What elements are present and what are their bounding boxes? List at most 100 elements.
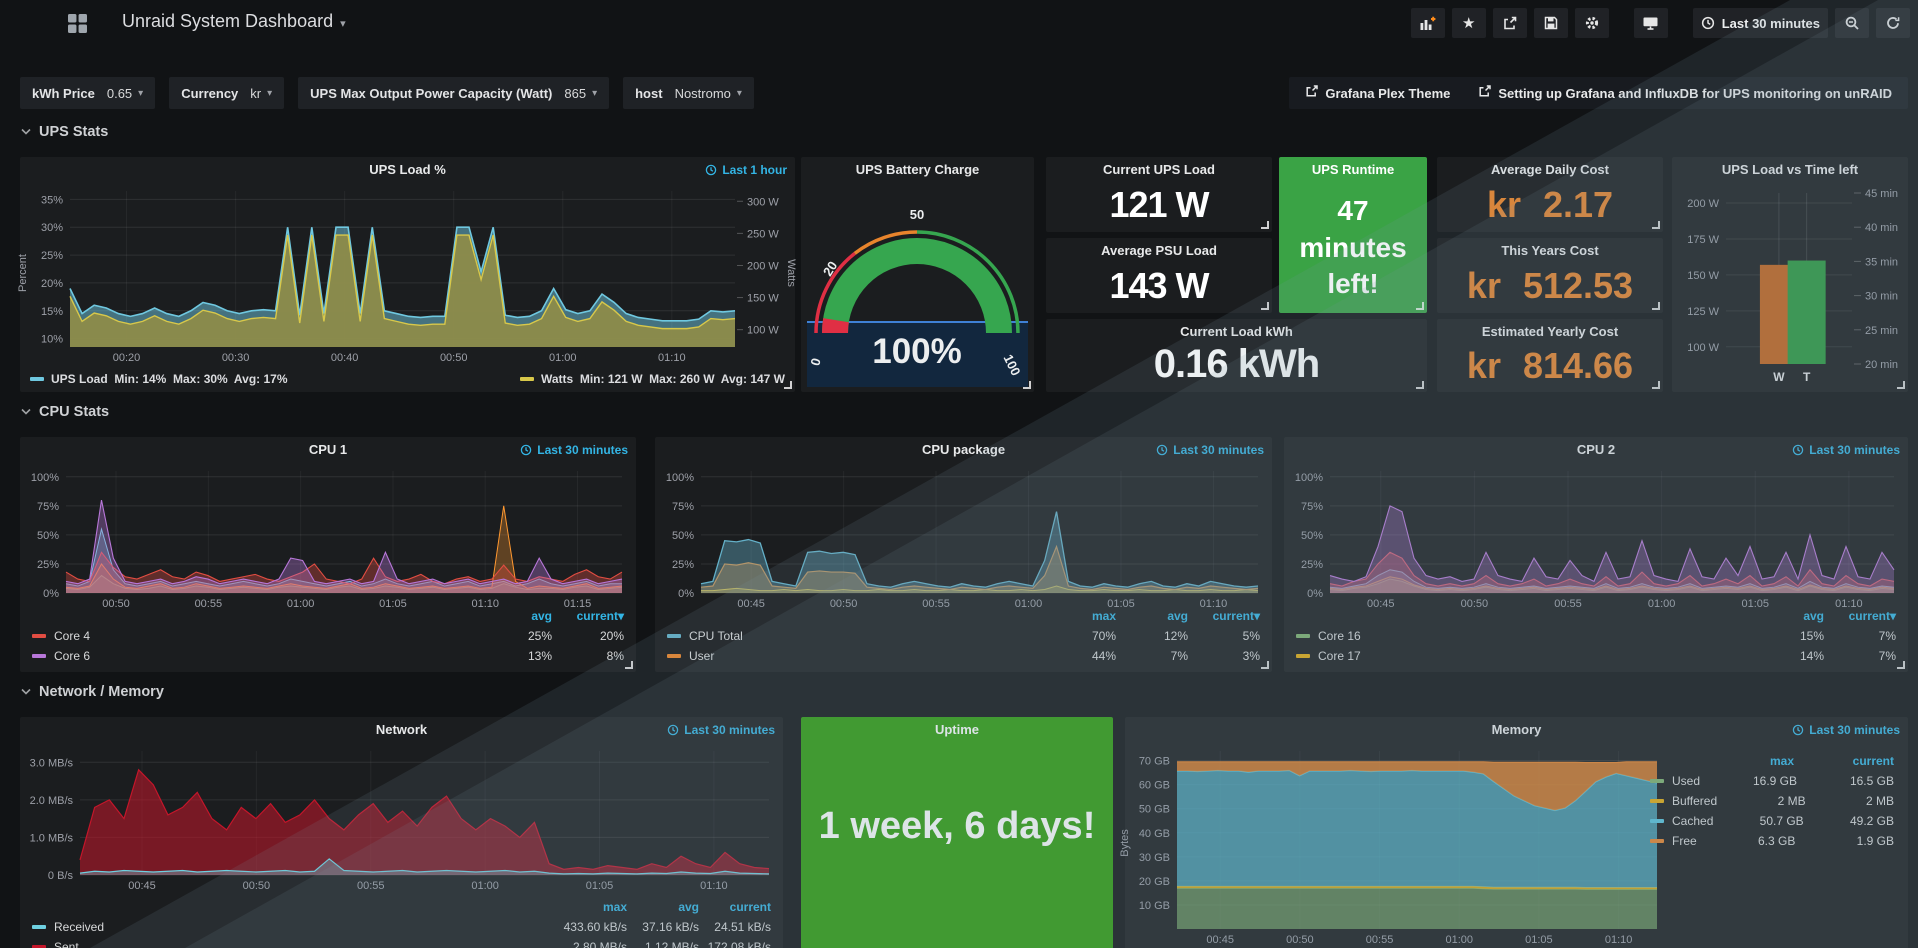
memory-legend[interactable]: maxcurrentUsed16.9 GB16.5 GBBuffered2 MB… <box>1650 751 1894 851</box>
legend-row[interactable]: Free6.3 GB1.9 GB <box>1650 831 1894 851</box>
add-panel-button[interactable] <box>1411 8 1445 38</box>
section-network-memory[interactable]: Network / Memory <box>20 684 164 700</box>
panel-average-daily-cost: Average Daily Cost kr2.17 <box>1437 157 1663 232</box>
variable-value[interactable]: 0.65 <box>107 86 132 101</box>
link-label: Grafana Plex Theme <box>1325 86 1450 101</box>
y-axis-label-percent: Percent <box>17 254 29 292</box>
settings-button[interactable] <box>1575 8 1609 38</box>
svg-text:00:55: 00:55 <box>357 880 385 891</box>
panel-title[interactable]: This Years Cost <box>1437 238 1663 264</box>
search-icon <box>1844 15 1860 31</box>
stat-value: 2.17 <box>1543 184 1613 226</box>
panel-time-range[interactable]: Last 30 minutes <box>667 717 775 743</box>
variable-value[interactable]: kr <box>250 86 261 101</box>
variable-label: Currency <box>181 86 238 101</box>
share-button[interactable] <box>1493 8 1527 38</box>
panel-title[interactable]: CPU 2 Last 30 minutes <box>1284 437 1908 463</box>
svg-text:0%: 0% <box>43 588 59 600</box>
cpu-package-chart[interactable]: 0%25%50%75%100%00:4500:5000:5501:0001:05… <box>659 463 1268 609</box>
legend-row[interactable]: Used16.9 GB16.5 GB <box>1650 771 1894 791</box>
ups-load-chart[interactable]: 10%15%20%25%30%35%100 W150 W200 W250 W30… <box>24 183 791 365</box>
legend-row[interactable]: Received433.60 kB/s37.16 kB/s24.51 kB/s <box>32 917 771 937</box>
panel-current-ups-load: Current UPS Load 121 W <box>1046 157 1272 232</box>
cpu2-legend[interactable]: avgcurrent▾Core 1615%7%Core 1714%7% <box>1296 606 1896 666</box>
cycle-view-button[interactable] <box>1634 8 1668 38</box>
legend-row[interactable]: Sent2.80 MB/s1.12 MB/s172.08 kB/s <box>32 937 771 948</box>
apps-grid-icon[interactable] <box>68 14 87 38</box>
panel-title[interactable]: UPS Load vs Time left <box>1672 157 1908 183</box>
panel-title[interactable]: Network Last 30 minutes <box>20 717 783 743</box>
time-range-picker[interactable]: Last 30 minutes <box>1693 8 1828 38</box>
zoom-out-button[interactable] <box>1835 8 1869 38</box>
panel-title[interactable]: CPU 1 Last 30 minutes <box>20 437 636 463</box>
save-button[interactable] <box>1534 8 1568 38</box>
legend-item[interactable]: UPS Load Min: 14% Max: 30% Avg: 17% <box>30 372 288 386</box>
cpu1-legend[interactable]: avgcurrent▾Core 425%20%Core 613%8% <box>32 606 624 666</box>
legend-row[interactable]: Core 1714%7% <box>1296 646 1896 666</box>
svg-text:00:30: 00:30 <box>222 352 250 364</box>
network-chart[interactable]: 0 B/s1.0 MB/s2.0 MB/s3.0 MB/s00:4500:500… <box>24 743 779 891</box>
panel-time-range[interactable]: Last 1 hour <box>705 157 787 183</box>
variable-value[interactable]: 865 <box>564 86 586 101</box>
variable-ups-max-output[interactable]: UPS Max Output Power Capacity (Watt) 865… <box>298 77 609 109</box>
panel-title[interactable]: Average Daily Cost <box>1437 157 1663 183</box>
panel-title[interactable]: Average PSU Load <box>1046 238 1272 264</box>
svg-text:0%: 0% <box>1307 588 1323 600</box>
stat-value: 1 week, 6 days! <box>819 805 1096 848</box>
panel-time-range[interactable]: Last 30 minutes <box>520 437 628 463</box>
panel-title[interactable]: Current UPS Load <box>1046 157 1272 183</box>
svg-text:W: W <box>1773 370 1785 384</box>
svg-text:100%: 100% <box>31 472 59 484</box>
panel-title[interactable]: Estimated Yearly Cost <box>1437 319 1663 345</box>
link-grafana-influxdb-guide[interactable]: Setting up Grafana and InfluxDB for UPS … <box>1478 85 1892 101</box>
star-button[interactable]: ★ <box>1452 8 1486 38</box>
legend-item[interactable]: Watts Min: 121 W Max: 260 W Avg: 147 W <box>520 372 785 386</box>
legend-row[interactable]: Core 1615%7% <box>1296 626 1896 646</box>
panel-time-range[interactable]: Last 30 minutes <box>1156 437 1264 463</box>
panel-time-range[interactable]: Last 30 minutes <box>1792 437 1900 463</box>
ups-bar-chart[interactable]: 100 W125 W150 W175 W200 W45 min40 min35 … <box>1676 183 1904 388</box>
network-legend[interactable]: maxavgcurrentReceived433.60 kB/s37.16 kB… <box>32 897 771 948</box>
section-cpu-stats[interactable]: CPU Stats <box>20 404 109 420</box>
legend-row[interactable]: User44%7%3% <box>667 646 1260 666</box>
cpu-package-legend[interactable]: maxavgcurrent▾CPU Total70%12%5%User44%7%… <box>667 606 1260 666</box>
legend-row[interactable]: CPU Total70%12%5% <box>667 626 1260 646</box>
chevron-down-icon <box>20 686 32 698</box>
legend-row[interactable]: Buffered2 MB2 MB <box>1650 791 1894 811</box>
add-panel-icon <box>1419 16 1436 31</box>
external-link-icon <box>1478 85 1491 101</box>
dashboard: { "navbar": { "title": "Unraid System Da… <box>0 0 1918 948</box>
legend-row[interactable]: Cached50.7 GB49.2 GB <box>1650 811 1894 831</box>
gauge-svg: 50 20 0 100 100% <box>801 183 1034 389</box>
svg-text:30 min: 30 min <box>1865 291 1898 303</box>
ups-load-legend[interactable]: UPS Load Min: 14% Max: 30% Avg: 17% Watts… <box>30 372 785 386</box>
cpu2-chart[interactable]: 0%25%50%75%100%00:4500:5000:5501:0001:05… <box>1288 463 1904 609</box>
cpu1-chart[interactable]: 0%25%50%75%100%00:5000:5501:0001:0501:10… <box>24 463 632 609</box>
panel-title[interactable]: UPS Runtime <box>1279 157 1427 183</box>
section-ups-stats[interactable]: UPS Stats <box>20 124 108 140</box>
panel-title[interactable]: Current Load kWh <box>1046 319 1427 345</box>
panel-cpu2: CPU 2 Last 30 minutes 0%25%50%75%100%00:… <box>1284 437 1908 672</box>
legend-row[interactable]: Core 425%20% <box>32 626 624 646</box>
panel-title[interactable]: Uptime <box>801 717 1113 743</box>
panel-title[interactable]: CPU package Last 30 minutes <box>655 437 1272 463</box>
panel-estimated-yearly-cost: Estimated Yearly Cost kr814.66 <box>1437 319 1663 392</box>
panel-title[interactable]: UPS Load % Last 1 hour <box>20 157 795 183</box>
memory-chart[interactable]: 10 GB20 GB30 GB40 GB50 GB60 GB70 GB00:45… <box>1129 743 1665 947</box>
link-grafana-plex-theme[interactable]: Grafana Plex Theme <box>1305 85 1450 101</box>
navbar-actions: ★ Last 30 minutes <box>1411 8 1910 38</box>
variable-currency[interactable]: Currency kr▾ <box>169 77 284 109</box>
variable-host[interactable]: host Nostromo▾ <box>623 77 754 109</box>
clock-icon <box>1156 444 1168 456</box>
panel-title[interactable]: Memory Last 30 minutes <box>1125 717 1908 743</box>
svg-text:10%: 10% <box>41 334 63 346</box>
svg-text:00:20: 00:20 <box>113 352 141 364</box>
dashboard-title[interactable]: Unraid System Dashboard▾ <box>122 11 346 32</box>
variable-kwh-price[interactable]: kWh Price 0.65▾ <box>20 77 155 109</box>
variable-value[interactable]: Nostromo <box>675 86 731 101</box>
panel-title[interactable]: UPS Battery Charge <box>801 157 1034 183</box>
refresh-button[interactable] <box>1876 8 1910 38</box>
panel-time-range[interactable]: Last 30 minutes <box>1792 717 1900 743</box>
legend-row[interactable]: Core 613%8% <box>32 646 624 666</box>
variable-label: host <box>635 86 662 101</box>
